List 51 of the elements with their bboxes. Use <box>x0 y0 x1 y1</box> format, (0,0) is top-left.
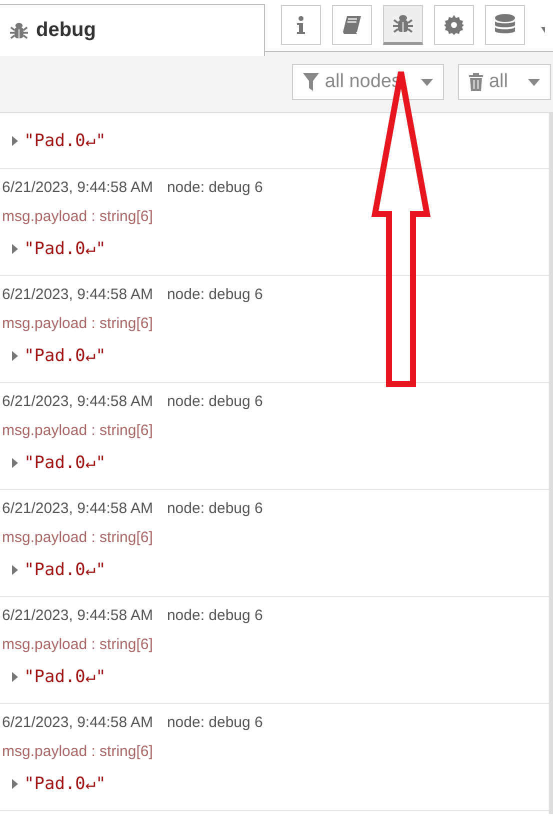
expand-icon[interactable] <box>12 458 18 468</box>
tab-title: debug <box>36 19 96 42</box>
database-icon <box>495 14 515 36</box>
message-value: "Pad.0↵" <box>24 346 106 366</box>
caret-icon <box>528 78 540 86</box>
caret-icon <box>420 78 433 86</box>
expand-icon[interactable] <box>12 672 18 682</box>
filter-icon <box>302 73 319 91</box>
node-label: node: debug 6 <box>166 714 263 731</box>
sidebar-button[interactable] <box>434 5 474 45</box>
message-timestamp: 6/21/2023, 9:44:58 AM <box>2 607 153 624</box>
info-icon <box>297 16 305 34</box>
sidebar-button[interactable] <box>281 5 321 45</box>
message-value: "Pad.0↵" <box>24 560 106 580</box>
node-label: node: debug 6 <box>166 607 263 624</box>
message-timestamp: 6/21/2023, 9:44:58 AM <box>2 179 153 196</box>
expand-icon[interactable] <box>12 351 18 361</box>
message-value: "Pad.0↵" <box>24 774 106 794</box>
expand-icon[interactable] <box>12 136 18 146</box>
message-value: "Pad.0↵" <box>24 130 106 150</box>
sidebar-button[interactable] <box>485 5 525 45</box>
sidebar-button[interactable] <box>383 5 423 45</box>
message-timestamp: 6/21/2023, 9:44:58 AM <box>2 500 153 517</box>
node-label: node: debug 6 <box>166 393 263 410</box>
expand-icon[interactable] <box>12 244 18 254</box>
message-topic: msg.payload : string[6] <box>2 208 154 225</box>
trash-icon <box>468 73 483 91</box>
message-value: "Pad.0↵" <box>24 239 106 259</box>
expand-icon[interactable] <box>12 779 18 789</box>
node-label: node: debug 6 <box>166 286 263 303</box>
message-topic: msg.payload : string[6] <box>2 315 154 332</box>
book-icon <box>342 15 362 35</box>
bug-icon <box>10 22 28 40</box>
message-timestamp: 6/21/2023, 9:44:58 AM <box>2 286 153 303</box>
caret-icon[interactable] <box>541 27 545 33</box>
message-value: "Pad.0↵" <box>24 453 106 473</box>
node-label: node: debug 6 <box>166 500 263 517</box>
message-topic: msg.payload : string[6] <box>2 422 154 439</box>
message-timestamp: 6/21/2023, 9:44:58 AM <box>2 714 153 731</box>
node-label: node: debug 6 <box>166 179 263 196</box>
bug-icon <box>393 14 413 34</box>
sidebar-button[interactable] <box>332 5 372 45</box>
message-topic: msg.payload : string[6] <box>2 529 154 546</box>
settings-icon <box>444 15 464 35</box>
message-value: "Pad.0↵" <box>24 667 106 687</box>
expand-icon[interactable] <box>12 565 18 575</box>
tab[interactable]: debug <box>0 4 265 56</box>
message-topic: msg.payload : string[6] <box>2 636 154 653</box>
message-timestamp: 6/21/2023, 9:44:58 AM <box>2 393 153 410</box>
message-topic: msg.payload : string[6] <box>2 743 154 760</box>
clear-dropdown[interactable]: all <box>458 64 551 100</box>
